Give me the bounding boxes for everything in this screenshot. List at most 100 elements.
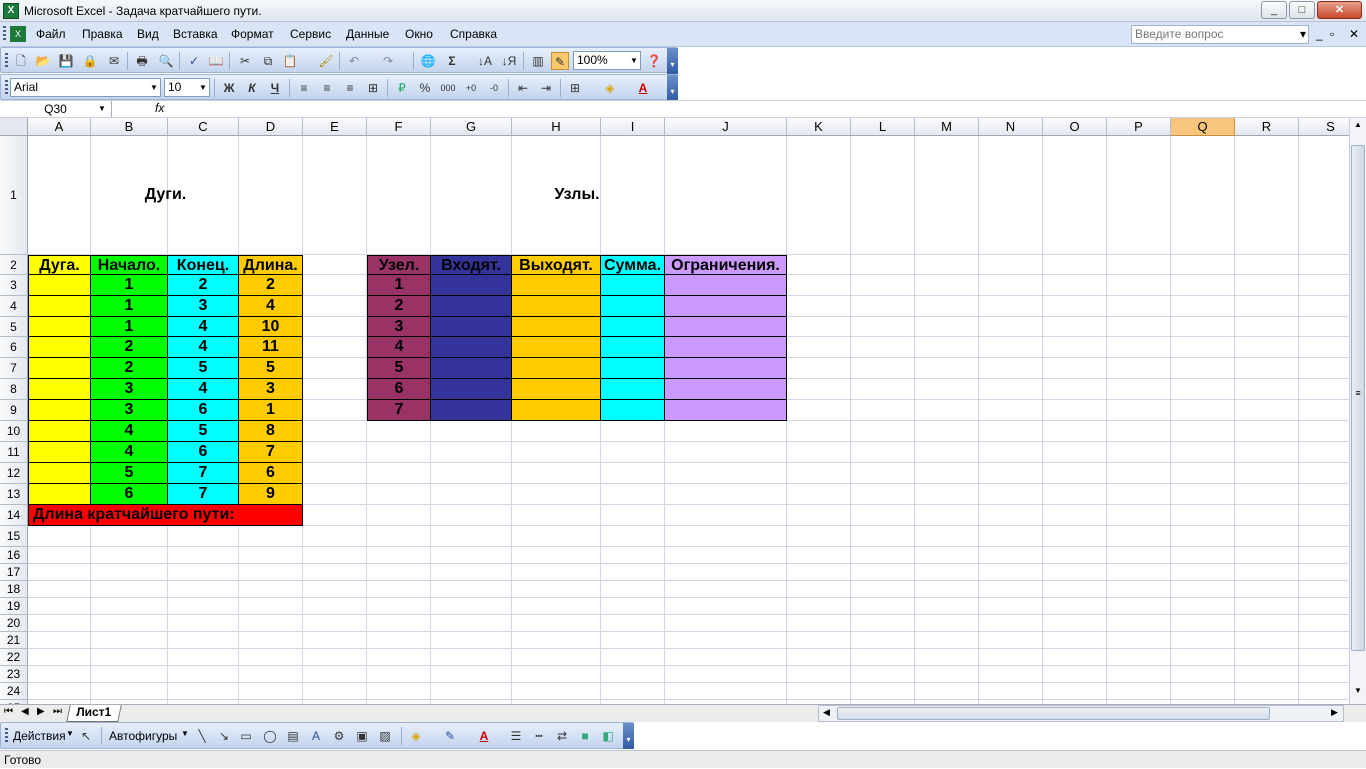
column-header-r[interactable]: R [1235,118,1299,136]
menu-help[interactable]: Справка [450,27,497,41]
horizontal-scrollbar[interactable]: ◀ ▶ [818,705,1344,722]
cut-icon[interactable]: ✂ [236,52,254,70]
row-header-22[interactable]: 22 [0,649,28,666]
close-button[interactable]: ✕ [1317,1,1362,19]
textbox-icon[interactable]: ▤ [284,727,302,745]
column-header-f[interactable]: F [367,118,431,136]
column-header-p[interactable]: P [1107,118,1171,136]
arrow-style-icon[interactable]: ⇄ [553,727,571,745]
row-header-14[interactable]: 14 [0,505,28,526]
autoshapes-menu[interactable]: Автофигуры [109,729,177,743]
research-icon[interactable]: 📖 [207,52,225,70]
scroll-right-icon[interactable]: ▶ [1331,707,1338,718]
redo-icon[interactable]: ↷ [379,52,397,70]
draw-font-color-icon[interactable]: A [475,727,493,745]
shadow-icon[interactable]: ■ [576,727,594,745]
scroll-left-icon[interactable]: ◀ [823,707,830,718]
paste-icon[interactable]: 📋 [281,52,299,70]
scroll-down-icon[interactable]: ▼ [1351,686,1365,700]
currency-icon[interactable]: ₽ [393,79,411,97]
zoom-select[interactable]: 100% ▼ [573,51,641,70]
doc-restore-button[interactable]: ▫ [1330,27,1334,41]
print-icon[interactable]: 🖶 [133,52,151,70]
print-preview-icon[interactable]: 🔍 [157,52,175,70]
column-header-s[interactable]: S [1299,118,1349,136]
formula-input[interactable] [172,101,1362,117]
sheet-tab-list1[interactable]: Лист1 [66,705,122,722]
row-header-19[interactable]: 19 [0,598,28,615]
toolbar-options-icon[interactable]: ▾ [623,723,634,749]
excel-doc-icon[interactable]: X [10,26,26,42]
doc-close-button[interactable]: ✕ [1349,27,1359,41]
decrease-decimal-icon[interactable]: -0 [485,79,503,97]
column-header-g[interactable]: G [431,118,512,136]
permission-icon[interactable]: 🔒 [81,52,99,70]
row-header-18[interactable]: 18 [0,581,28,598]
h-scroll-thumb[interactable] [837,707,1270,720]
column-header-n[interactable]: N [979,118,1043,136]
prev-sheet-icon[interactable]: ◀ [21,706,29,717]
function-icon[interactable]: fx [155,101,164,115]
row-header-17[interactable]: 17 [0,564,28,581]
open-icon[interactable]: 📂 [34,52,52,70]
line-style-icon[interactable]: ☰ [507,727,525,745]
chart-wizard-icon[interactable]: ▥ [529,52,547,70]
save-icon[interactable]: 💾 [57,52,75,70]
bold-button[interactable]: Ж [220,79,238,97]
menu-file[interactable]: Файл [36,27,66,41]
spreadsheet-grid[interactable]: ABCDEFGHIJKLMNOPQRS 1 2 3 4 5 6 7 8 9 10 11 12 13 14 1… [0,118,1349,704]
menu-edit[interactable]: Правка [82,27,123,41]
row-header-7[interactable]: 7 [0,358,28,379]
select-all-corner[interactable] [0,118,28,136]
increase-decimal-icon[interactable]: +0 [462,79,480,97]
select-objects-icon[interactable]: ↖ [77,727,95,745]
maximize-button[interactable]: □ [1289,1,1315,19]
align-center-icon[interactable]: ≡ [318,79,336,97]
row-header-2[interactable]: 2 [0,255,28,275]
column-header-j[interactable]: J [665,118,787,136]
percent-button[interactable]: % [416,79,434,97]
arrow-icon[interactable]: ↘ [215,727,233,745]
menu-view[interactable]: Вид [137,27,159,41]
font-select[interactable]: Arial ▼ [10,78,161,97]
draw-fill-color-icon[interactable]: ◈ [407,727,425,745]
first-sheet-icon[interactable]: ⏮ [4,706,13,717]
row-header-5[interactable]: 5 [0,317,28,337]
menu-tools[interactable]: Сервис [290,27,331,41]
hyperlink-icon[interactable]: 🌐 [419,52,437,70]
menu-insert[interactable]: Вставка [173,27,218,41]
increase-indent-icon[interactable]: ⇥ [537,79,555,97]
help-icon[interactable]: ❓ [645,52,663,70]
column-header-e[interactable]: E [303,118,367,136]
autosum-icon[interactable]: Σ [443,52,461,70]
line-color-icon[interactable]: ✎ [441,727,459,745]
scroll-thumb[interactable] [1351,145,1365,651]
row-header-24[interactable]: 24 [0,683,28,700]
row-header-11[interactable]: 11 [0,442,28,463]
underline-button[interactable]: Ч [266,79,284,97]
clipart-icon[interactable]: ▣ [353,727,371,745]
column-header-i[interactable]: I [601,118,665,136]
menu-window[interactable]: Окно [405,27,433,41]
ask-question-input[interactable]: Введите вопрос [1131,25,1309,44]
line-icon[interactable]: ╲ [193,727,211,745]
actions-menu[interactable]: Действия [13,729,66,743]
dash-style-icon[interactable]: ┅ [530,727,548,745]
toolbar-options-icon[interactable]: ▾ [667,75,678,101]
column-header-b[interactable]: B [91,118,168,136]
scroll-up-icon[interactable]: ▲ [1351,120,1365,134]
menu-data[interactable]: Данные [346,27,389,41]
vertical-scrollbar[interactable]: ▲ ≡ ▼ [1349,118,1366,704]
column-header-k[interactable]: K [787,118,851,136]
row-header-12[interactable]: 12 [0,463,28,484]
sort-descending-icon[interactable]: ↓Я [500,52,518,70]
row-header-16[interactable]: 16 [0,547,28,564]
row-header-8[interactable]: 8 [0,379,28,400]
row-header-21[interactable]: 21 [0,632,28,649]
column-header-d[interactable]: D [239,118,303,136]
column-header-l[interactable]: L [851,118,915,136]
menu-format[interactable]: Формат [231,27,274,41]
column-header-c[interactable]: C [168,118,239,136]
ask-dropdown-icon[interactable]: ▾ [1300,27,1306,41]
italic-button[interactable]: К [243,79,261,97]
